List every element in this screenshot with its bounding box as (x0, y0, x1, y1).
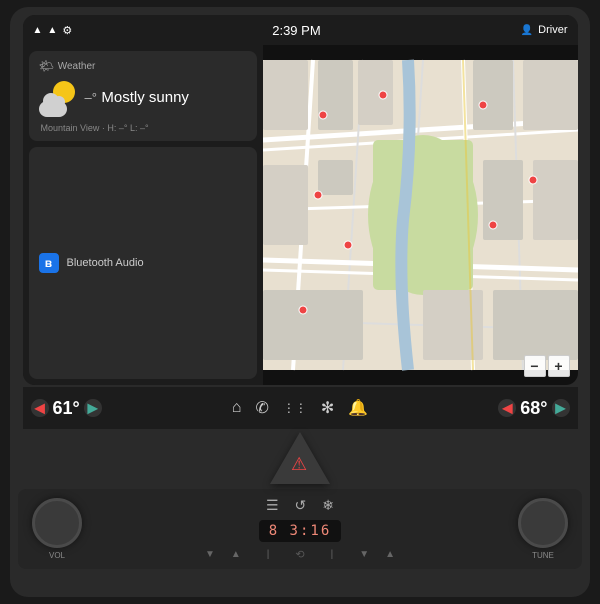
tune-label: TUNE (532, 551, 554, 560)
hvac-temp-down[interactable]: ▼ (359, 549, 369, 560)
lower-controls: VOL ☰ ↺ ❄ 8 3:16 ▼ ▲ | ⟲ | ▼ ▲ (18, 433, 582, 569)
hvac-display: 8 3:16 (259, 520, 342, 542)
status-right: 👤 Driver (521, 24, 568, 36)
phone-icon[interactable]: ✆ (255, 398, 268, 418)
status-bar: ▲ ▲ ⚙ 2:39 PM 👤 Driver (23, 15, 578, 45)
cloud-icon (39, 101, 67, 117)
dashboard: ▲ ▲ ⚙ 2:39 PM 👤 Driver 🌤 Weather (10, 7, 590, 597)
driver-label: Driver (538, 24, 567, 36)
hvac-temp-up[interactable]: ▲ (385, 549, 395, 560)
right-temp-control: ◄ 68° ► (498, 398, 569, 419)
hvac-icon-2: ↺ (295, 497, 307, 514)
left-temp-control: ◄ 61° ► (31, 398, 102, 419)
hvac-icon-1: ☰ (266, 497, 279, 514)
hvac-controls-top: ☰ ↺ ❄ (266, 497, 334, 514)
fan-icon[interactable]: ✻ (321, 398, 334, 418)
hvac-center: ☰ ↺ ❄ 8 3:16 ▼ ▲ | ⟲ | ▼ ▲ (82, 497, 518, 561)
bluetooth-card[interactable]: ʙ Bluetooth Audio (29, 147, 257, 379)
nav-icons: ⌂ ✆ ⋮⋮ ✻ 🔔 (232, 398, 368, 418)
left-panel: 🌤 Weather –° Mostly sunny Mountain (23, 45, 263, 385)
control-bar: ◄ 61° ► ⌂ ✆ ⋮⋮ ✻ 🔔 ◄ 68° ► (23, 387, 578, 429)
hvac-fan-up[interactable]: ▲ (231, 549, 241, 560)
weather-card-title: 🌤 Weather (39, 59, 247, 73)
tune-knob[interactable] (518, 498, 568, 548)
zoom-out-button[interactable]: − (524, 355, 546, 377)
hvac-icon-4: ⟲ (295, 548, 304, 561)
weather-info: –° Mostly sunny (85, 89, 189, 107)
wifi-icon: ▲ (33, 25, 43, 36)
left-temp-display: 61° (53, 398, 80, 419)
weather-main: –° Mostly sunny (39, 79, 247, 117)
right-temp-display: 68° (520, 398, 547, 419)
tune-knob-container: TUNE (518, 498, 568, 560)
weather-card[interactable]: 🌤 Weather –° Mostly sunny Mountain (29, 51, 257, 141)
hvac-strip: VOL ☰ ↺ ❄ 8 3:16 ▼ ▲ | ⟲ | ▼ ▲ (18, 489, 582, 569)
vol-label: VOL (49, 551, 65, 560)
hazard-button[interactable] (270, 432, 330, 484)
left-temp-up-button[interactable]: ► (84, 399, 102, 417)
apps-icon[interactable]: ⋮⋮ (283, 401, 307, 415)
signal-icon: ▲ (47, 25, 57, 36)
notification-icon[interactable]: 🔔 (348, 398, 368, 418)
time-display: 2:39 PM (272, 23, 320, 38)
hvac-divider2: | (331, 549, 334, 560)
zoom-in-button[interactable]: + (548, 355, 570, 377)
main-area: 🌤 Weather –° Mostly sunny Mountain (23, 45, 578, 385)
weather-sub-info: Mountain View · H: –° L: –° (39, 123, 247, 133)
screen-bezel: ▲ ▲ ⚙ 2:39 PM 👤 Driver 🌤 Weather (23, 15, 578, 385)
bluetooth-label: Bluetooth Audio (67, 257, 144, 269)
hvac-icon-3: ❄ (322, 497, 334, 514)
vol-knob-container: VOL (32, 498, 82, 560)
hazard-row (23, 433, 578, 483)
settings-icon: ⚙ (62, 24, 72, 37)
map-controls[interactable]: − + (524, 355, 570, 377)
left-temp-down-button[interactable]: ◄ (31, 399, 49, 417)
weather-icon (39, 79, 77, 117)
bluetooth-icon: ʙ (39, 253, 59, 273)
hvac-divider: | (267, 549, 270, 560)
right-temp-up-button[interactable]: ► (552, 399, 570, 417)
right-temp-down-button[interactable]: ◄ (498, 399, 516, 417)
hvac-fan-down[interactable]: ▼ (205, 549, 215, 560)
map-display (263, 45, 578, 385)
map-area: − + (263, 45, 578, 385)
hvac-controls-bottom: ▼ ▲ | ⟲ | ▼ ▲ (205, 548, 395, 561)
vol-knob[interactable] (32, 498, 82, 548)
user-icon: 👤 (521, 25, 533, 36)
status-left: ▲ ▲ ⚙ (33, 24, 73, 37)
home-icon[interactable]: ⌂ (232, 399, 242, 417)
